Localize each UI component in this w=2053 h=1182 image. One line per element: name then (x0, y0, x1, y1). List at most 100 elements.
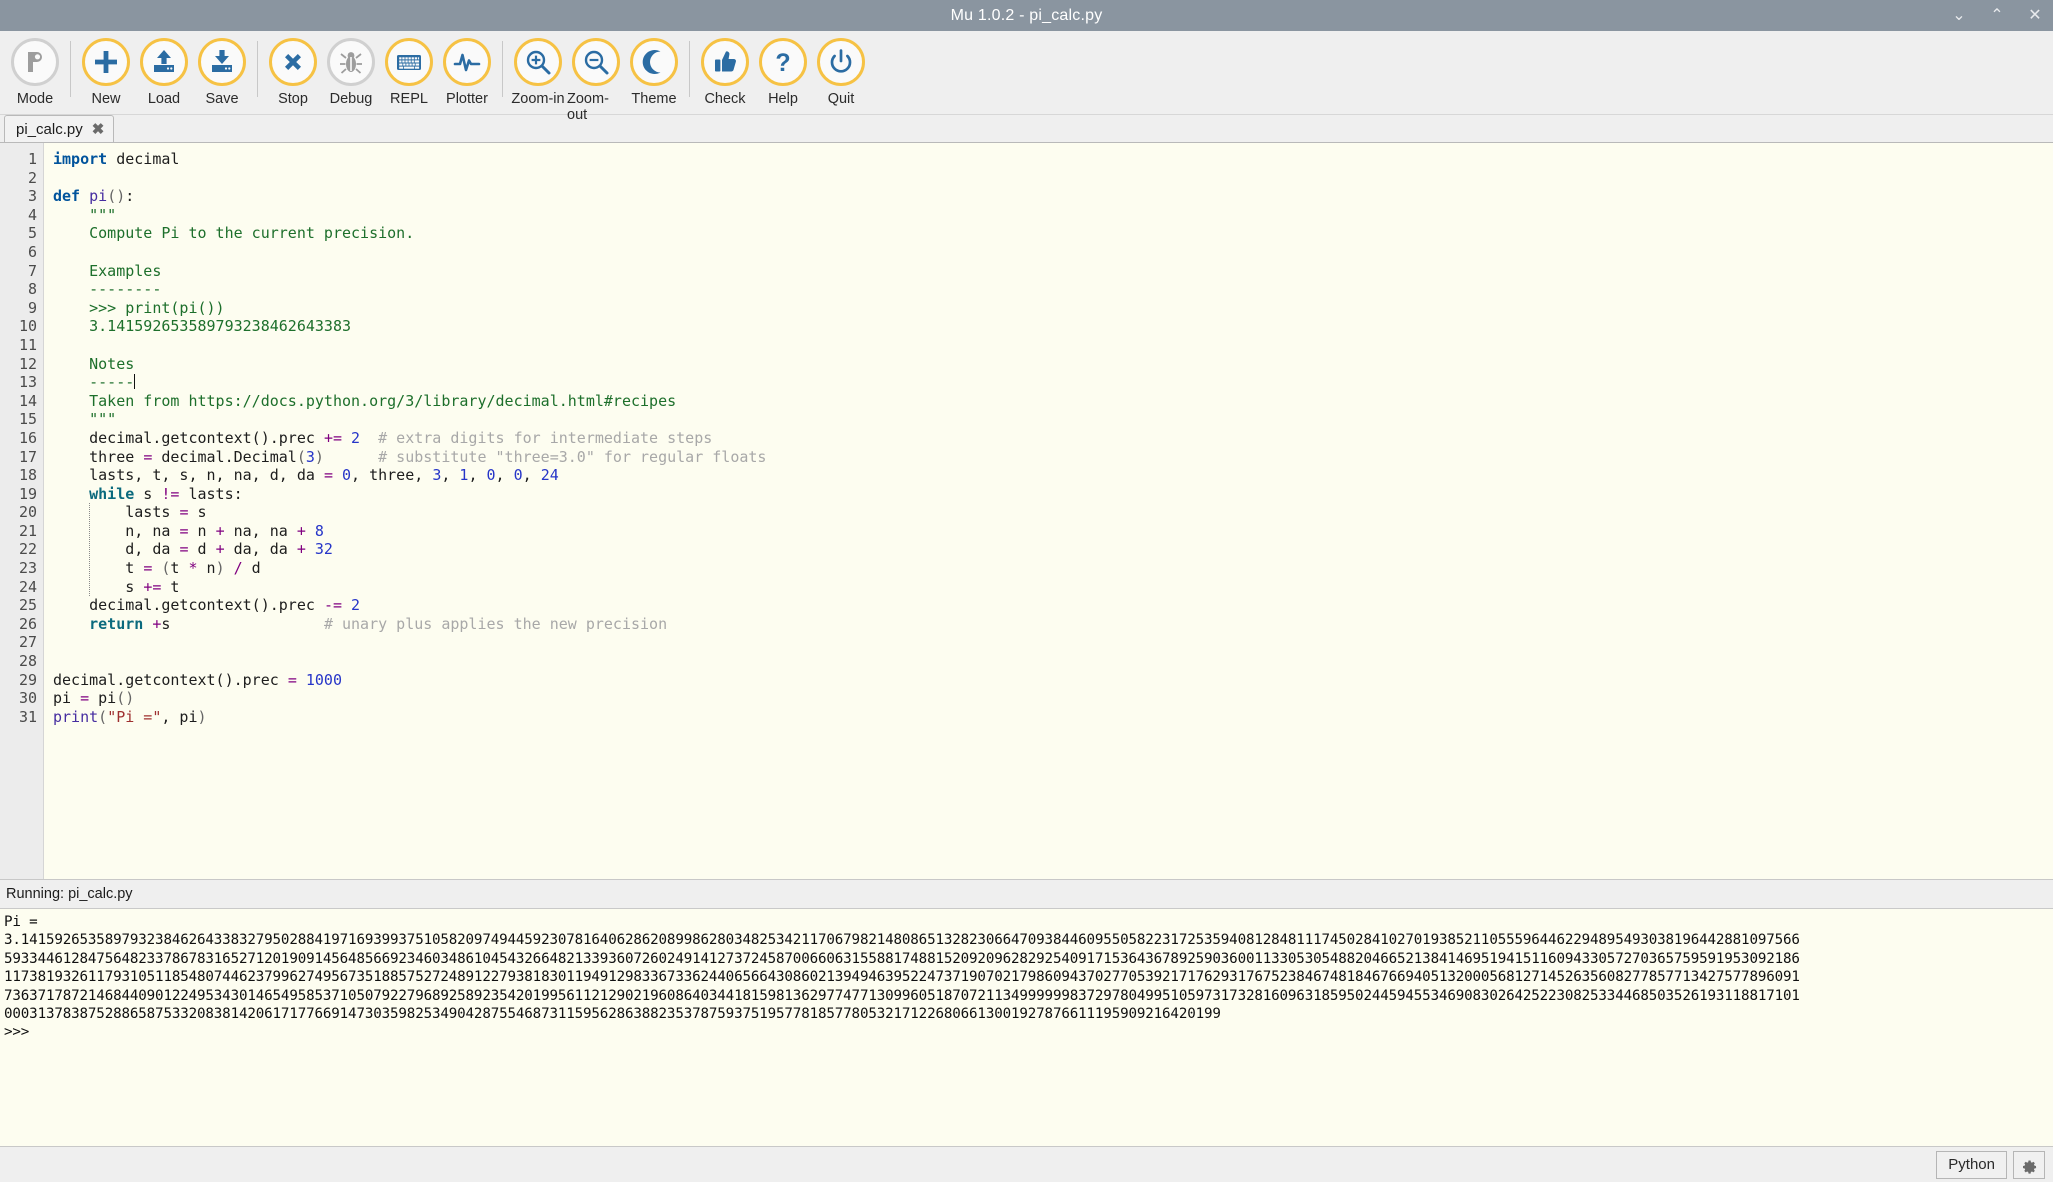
toolbar-button-repl[interactable]: REPL (380, 31, 438, 107)
code-token: print (53, 707, 99, 726)
toolbar-button-zoom-out[interactable]: Zoom-out (567, 31, 625, 123)
code-line: 3.141592653589793238462643383 (53, 317, 2053, 336)
toolbar-button-stop[interactable]: Stop (264, 31, 322, 107)
code-token: 3 (305, 447, 315, 466)
code-token: 8 (314, 521, 324, 540)
gear-icon (2023, 1160, 2037, 1174)
code-token: s (134, 484, 162, 503)
code-line: d, da = d + da, da + 32 (53, 540, 2053, 559)
line-number: 8 (27, 280, 37, 299)
line-number: 30 (18, 689, 37, 708)
toolbar-button-check[interactable]: Check (696, 31, 754, 107)
code-token: """ (89, 205, 117, 224)
mode-button-circle (11, 38, 59, 86)
code-token: , (468, 466, 487, 485)
maximize-button[interactable]: ⌃ (1989, 7, 2005, 24)
code-token: return (89, 614, 144, 633)
toolbar-button-help[interactable]: ? Help (754, 31, 812, 107)
code-line: pi = pi() (53, 689, 2053, 708)
power-icon (830, 49, 852, 73)
text-cursor (134, 374, 136, 390)
code-token: pi (89, 689, 117, 708)
toolbar-button-theme[interactable]: Theme (625, 31, 683, 107)
code-token: s (161, 614, 324, 633)
code-token: : (125, 187, 135, 206)
code-line: Taken from https://docs.python.org/3/lib… (53, 392, 2053, 411)
code-token: != (161, 484, 180, 503)
toolbar-button-load[interactable]: Load (135, 31, 193, 107)
save-button-circle (198, 38, 246, 86)
code-token: decimal.Decimal (152, 447, 297, 466)
line-number: 6 (27, 242, 37, 261)
debug-button-circle (327, 38, 375, 86)
code-token: while (89, 484, 135, 503)
check-button-circle (701, 38, 749, 86)
toolbar-button-quit[interactable]: Quit (812, 31, 870, 107)
code-token: # unary plus applies the new precision (323, 614, 668, 633)
code-token: s (188, 503, 207, 522)
mode-status-button[interactable]: Python (1936, 1150, 2007, 1179)
code-token: ) (215, 559, 225, 578)
code-token: # substitute "three=3.0" for regular flo… (378, 447, 767, 466)
toolbar-label-plotter: Plotter (446, 91, 488, 107)
line-number: 15 (18, 410, 37, 429)
mu-editor-window: Mu 1.0.2 - pi_calc.py ⌄ ⌃ ✕ Mode New Loa… (0, 0, 2053, 1182)
code-line: print("Pi =", pi) (53, 708, 2053, 727)
thumbs-up-icon (715, 51, 736, 72)
line-number: 14 (18, 391, 37, 410)
line-number: 12 (18, 354, 37, 373)
runner-status-text: Running: pi_calc.py (6, 886, 133, 902)
toolbar-label-repl: REPL (390, 91, 428, 107)
toolbar-button-save[interactable]: Save (193, 31, 251, 107)
code-line: decimal.getcontext().prec -= 2 (53, 596, 2053, 615)
toolbar-button-plotter[interactable]: Plotter (438, 31, 496, 107)
line-number: 5 (27, 224, 37, 243)
line-number: 11 (18, 335, 37, 354)
plotter-button-circle (443, 38, 491, 86)
close-button[interactable]: ✕ (2027, 7, 2043, 24)
code-line: t = (t * n) / d (53, 559, 2053, 578)
line-number: 21 (18, 521, 37, 540)
code-token: na, na (224, 521, 297, 540)
code-token: 3 (432, 466, 442, 485)
tab-pi-calc-py[interactable]: pi_calc.py ✖ (4, 115, 115, 142)
tab-close-icon[interactable]: ✖ (92, 122, 105, 137)
code-line: >>> print(pi()) (53, 299, 2053, 318)
upload-icon (154, 50, 174, 72)
code-token: 2 (351, 596, 361, 615)
line-number: 19 (18, 484, 37, 503)
runner-output-pane[interactable]: Pi = 3.1415926535897932384626433832795028… (0, 909, 2053, 1147)
minimize-button[interactable]: ⌄ (1951, 7, 1967, 24)
waveform-icon (453, 53, 481, 72)
toolbar-button-new[interactable]: New (77, 31, 135, 107)
code-line: Notes (53, 355, 2053, 374)
toolbar-button-zoom-in[interactable]: Zoom-in (509, 31, 567, 107)
line-number: 20 (18, 503, 37, 522)
code-token: 24 (540, 466, 559, 485)
code-token: t (170, 559, 189, 578)
code-token: three (53, 447, 144, 466)
code-token: ) (314, 447, 324, 466)
runner-output-line: >>> (4, 1024, 30, 1041)
code-token: 0 (342, 466, 352, 485)
code-token: n, na (53, 521, 180, 540)
toolbar-button-debug[interactable]: Debug (322, 31, 380, 107)
runner-output-line: 0003137838752886587533208381420617177669… (4, 1006, 1221, 1023)
code-editor[interactable]: 1 2 3 4 5 6 7 8 9 10 11 12 13 14 15 16 17 18 19 20 21 22 23 24 2… (0, 143, 2053, 880)
code-token: () (107, 187, 126, 206)
settings-gear-button[interactable] (2013, 1150, 2045, 1179)
quit-button-circle (817, 38, 865, 86)
toolbar-button-mode[interactable]: Mode (6, 31, 64, 107)
code-text-area[interactable]: import decimal def pi(): """ Compute Pi … (44, 143, 2053, 879)
code-token: da, da (224, 540, 297, 559)
